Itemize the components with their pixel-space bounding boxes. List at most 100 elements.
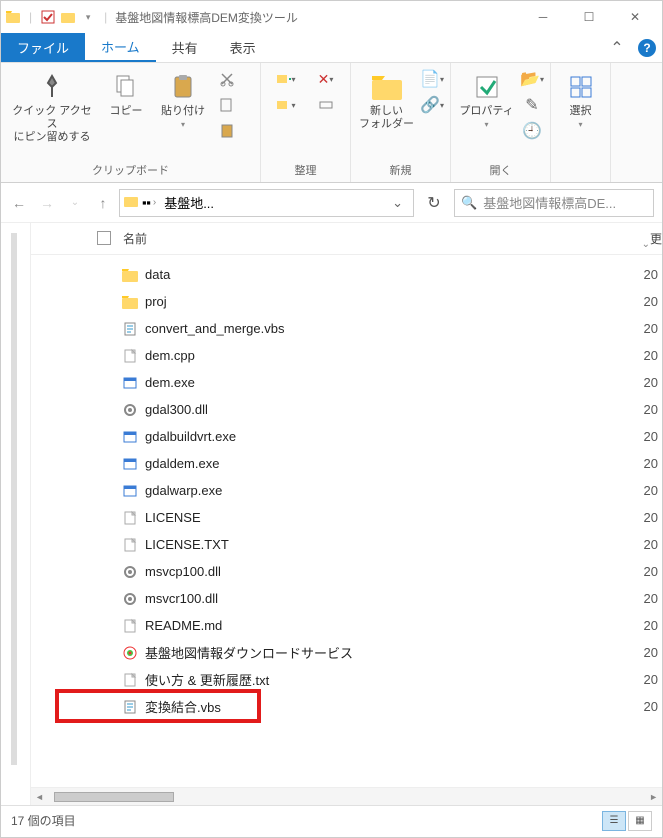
file-name: README.md bbox=[145, 618, 222, 633]
file-type-icon bbox=[121, 509, 139, 527]
details-view-button[interactable]: ☰ bbox=[602, 811, 626, 831]
ribbon-collapse-button[interactable]: ⌃ bbox=[602, 33, 632, 62]
copy-to-button[interactable]: ▾ bbox=[268, 93, 304, 117]
pin-quick-access-button[interactable]: クイック アクセス にピン留めする bbox=[7, 67, 97, 149]
file-type-icon bbox=[121, 320, 139, 338]
open-group-label: 開く bbox=[457, 160, 544, 180]
file-type-icon bbox=[121, 671, 139, 689]
breadcrumb-segment[interactable]: 基盤地... bbox=[160, 193, 218, 212]
qat-dropdown-icon[interactable]: ▾ bbox=[80, 9, 96, 25]
open-button[interactable]: 📂▾ bbox=[520, 67, 544, 91]
file-type-icon bbox=[121, 428, 139, 446]
file-row[interactable]: LICENSE20 bbox=[87, 504, 662, 531]
new-item-button[interactable]: 📄▾ bbox=[420, 67, 444, 91]
minimize-button[interactable]: ─ bbox=[520, 2, 566, 32]
select-button[interactable]: 選択 ▾ bbox=[557, 67, 604, 134]
scrollbar-thumb[interactable] bbox=[54, 792, 174, 802]
folder-icon bbox=[124, 195, 138, 210]
file-type-icon bbox=[121, 455, 139, 473]
file-row[interactable]: 基盤地図情報ダウンロードサービス20 bbox=[87, 639, 662, 666]
file-date: 20 bbox=[644, 645, 658, 660]
pin-icon bbox=[36, 71, 68, 103]
up-button[interactable]: ↑ bbox=[93, 193, 113, 213]
copy-button[interactable]: コピー bbox=[101, 67, 151, 122]
file-row[interactable]: convert_and_merge.vbs20 bbox=[87, 315, 662, 342]
column-headers[interactable]: 名前 更 ⌄ bbox=[31, 223, 662, 255]
file-row[interactable]: msvcp100.dll20 bbox=[87, 558, 662, 585]
file-date: 20 bbox=[644, 456, 658, 471]
new-group-label: 新規 bbox=[357, 160, 444, 180]
properties-button[interactable]: プロパティ ▾ bbox=[457, 67, 516, 134]
file-row[interactable]: gdal300.dll20 bbox=[87, 396, 662, 423]
file-row[interactable]: gdalbuildvrt.exe20 bbox=[87, 423, 662, 450]
file-name: 使い方 & 更新履歴.txt bbox=[145, 670, 269, 689]
file-name: gdalwarp.exe bbox=[145, 483, 222, 498]
file-type-icon bbox=[121, 590, 139, 608]
back-button[interactable]: ← bbox=[9, 193, 29, 213]
file-type-icon bbox=[121, 563, 139, 581]
file-name: gdalbuildvrt.exe bbox=[145, 429, 236, 444]
edit-button[interactable]: ✎ bbox=[520, 93, 544, 117]
new-folder-button[interactable]: 新しい フォルダー bbox=[357, 67, 416, 135]
file-date: 20 bbox=[644, 672, 658, 687]
move-to-button[interactable]: ▾ bbox=[268, 67, 304, 91]
chevron-down-icon: ▾ bbox=[181, 120, 185, 130]
horizontal-scrollbar[interactable]: ◄ ► bbox=[31, 787, 662, 805]
select-icon bbox=[565, 71, 597, 103]
maximize-button[interactable]: ☐ bbox=[566, 2, 612, 32]
file-row[interactable]: README.md20 bbox=[87, 612, 662, 639]
file-row[interactable]: msvcr100.dll20 bbox=[87, 585, 662, 612]
paste-icon bbox=[167, 71, 199, 103]
file-row[interactable]: dem.cpp20 bbox=[87, 342, 662, 369]
rename-button[interactable] bbox=[308, 93, 344, 117]
ribbon-tabs: ファイル ホーム 共有 表示 ⌃ ? bbox=[1, 33, 662, 63]
easy-access-button[interactable]: 🔗▾ bbox=[420, 93, 444, 117]
help-button[interactable]: ? bbox=[632, 33, 662, 62]
expand-columns-icon[interactable]: ⌄ bbox=[642, 239, 650, 250]
file-row[interactable]: proj20 bbox=[87, 288, 662, 315]
checkbox-icon[interactable] bbox=[40, 9, 56, 25]
tab-home[interactable]: ホーム bbox=[85, 33, 156, 62]
file-date: 20 bbox=[644, 537, 658, 552]
scroll-right-icon[interactable]: ► bbox=[649, 792, 658, 802]
file-type-icon bbox=[121, 482, 139, 500]
file-row[interactable]: gdalwarp.exe20 bbox=[87, 477, 662, 504]
search-box[interactable]: 🔍 基盤地図情報標高DE... bbox=[454, 189, 654, 217]
forward-button[interactable]: → bbox=[37, 193, 57, 213]
column-name[interactable]: 名前 bbox=[123, 230, 147, 247]
recent-dropdown[interactable]: ⌄ bbox=[65, 193, 85, 213]
file-name: gdaldem.exe bbox=[145, 456, 219, 471]
file-type-icon bbox=[121, 617, 139, 635]
copy-path-button[interactable] bbox=[215, 93, 239, 117]
file-name: dem.cpp bbox=[145, 348, 195, 363]
paste-button[interactable]: 貼り付け ▾ bbox=[155, 67, 211, 134]
paste-shortcut-button[interactable] bbox=[215, 119, 239, 143]
scroll-left-icon[interactable]: ◄ bbox=[35, 792, 44, 802]
file-type-icon bbox=[121, 266, 139, 284]
nav-pane-collapsed[interactable] bbox=[1, 223, 31, 805]
breadcrumb-dropdown[interactable]: ⌄ bbox=[386, 195, 409, 211]
cut-button[interactable] bbox=[215, 67, 239, 91]
close-button[interactable]: ✕ bbox=[612, 2, 658, 32]
tab-view[interactable]: 表示 bbox=[214, 33, 272, 62]
file-date: 20 bbox=[644, 699, 658, 714]
delete-button[interactable]: ✕ ▾ bbox=[308, 67, 344, 91]
thumbnails-view-button[interactable]: ▦ bbox=[628, 811, 652, 831]
navigation-bar: ← → ⌄ ↑ ▪ ▪ › 基盤地... ⌄ ↻ 🔍 基盤地図情報標高DE... bbox=[1, 183, 662, 223]
file-name: msvcp100.dll bbox=[145, 564, 221, 579]
file-row[interactable]: dem.exe20 bbox=[87, 369, 662, 396]
select-all-checkbox[interactable] bbox=[97, 231, 111, 245]
file-row[interactable]: data20 bbox=[87, 261, 662, 288]
tab-share[interactable]: 共有 bbox=[156, 33, 214, 62]
history-button[interactable]: 🕘 bbox=[520, 119, 544, 143]
tab-file[interactable]: ファイル bbox=[1, 33, 85, 62]
refresh-button[interactable]: ↻ bbox=[420, 189, 448, 217]
title-bar: | ▾ | 基盤地図情報標高DEM変換ツール ─ ☐ ✕ bbox=[1, 1, 662, 33]
select-group-label bbox=[557, 176, 604, 180]
breadcrumb[interactable]: ▪ ▪ › 基盤地... ⌄ bbox=[119, 189, 414, 217]
window-title: 基盤地図情報標高DEM変換ツール bbox=[115, 9, 298, 26]
status-bar: 17 個の項目 ☰ ▦ bbox=[1, 805, 662, 835]
column-date[interactable]: 更 bbox=[650, 230, 662, 247]
file-row[interactable]: gdaldem.exe 20 bbox=[87, 450, 662, 477]
file-row[interactable]: LICENSE.TXT20 bbox=[87, 531, 662, 558]
